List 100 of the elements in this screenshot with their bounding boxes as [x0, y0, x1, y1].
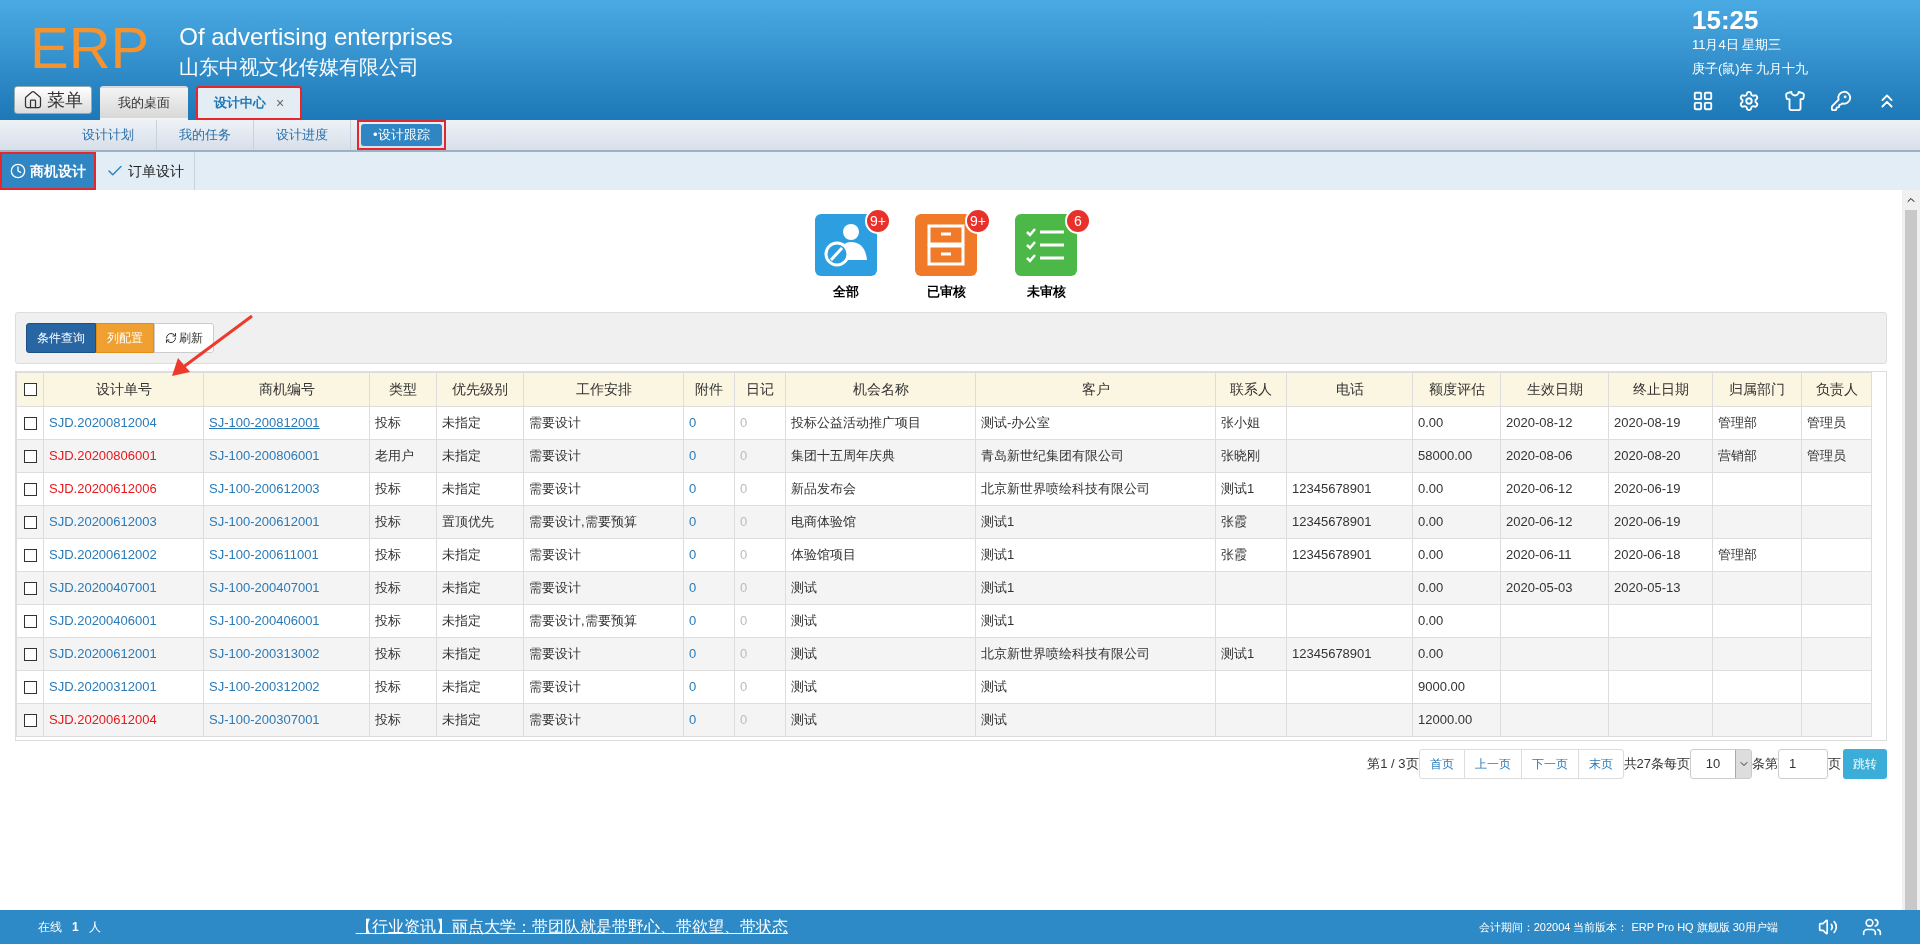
category-label[interactable]: 已审核	[926, 282, 966, 302]
table-cell: 2020-06-12	[1506, 513, 1573, 529]
table-cell: 0.00	[1418, 546, 1444, 562]
table-cell: 张霞	[1221, 513, 1247, 529]
table-cell: 需要设计	[529, 546, 581, 562]
row-checkbox[interactable]	[23, 515, 37, 529]
table-cell: 0	[689, 447, 697, 463]
table-cell: 未指定	[442, 678, 481, 694]
row-checkbox[interactable]	[23, 581, 37, 595]
row-checkbox[interactable]	[23, 614, 37, 628]
sub-navigation-item[interactable]: 设计进度	[260, 120, 344, 150]
rows-label: 条第	[1752, 754, 1778, 773]
column-header: 工作安排	[575, 380, 632, 397]
row-checkbox[interactable]	[23, 713, 37, 727]
pagination-button[interactable]: 末页	[1577, 749, 1623, 778]
pagination-button[interactable]: 首页	[1419, 749, 1464, 778]
row-checkbox[interactable]	[23, 449, 37, 463]
lunar-date: 庚子(鼠)年 九月十九	[1692, 60, 1809, 78]
table-cell: 未指定	[442, 414, 481, 430]
table-cell: 0	[740, 678, 748, 694]
table-cell: 测试	[791, 711, 817, 727]
toolbar-button[interactable]: 条件查询	[26, 322, 96, 353]
table-cell: 0	[740, 645, 748, 661]
table-cell: 0.00	[1418, 480, 1444, 496]
close-icon[interactable]: ×	[276, 92, 285, 114]
table-cell: 营销部	[1718, 447, 1757, 463]
table-cell: 0.00	[1418, 579, 1444, 595]
shirt-icon[interactable]	[1784, 90, 1806, 112]
speaker-icon[interactable]	[1818, 917, 1838, 937]
table-cell: 投标	[375, 414, 401, 430]
table-cell: 集团十五周年庆典	[791, 447, 895, 463]
table-cell: 2020-06-12	[1506, 480, 1573, 496]
table-cell: 2020-08-20	[1614, 447, 1681, 463]
pagination-button[interactable]: 下一页	[1520, 749, 1578, 778]
table-cell: 2020-05-13	[1614, 579, 1681, 595]
table-cell: 测试1	[981, 513, 1015, 529]
home-icon	[23, 90, 43, 110]
row-checkbox[interactable]	[23, 680, 37, 694]
table-cell: 管理员	[1807, 414, 1846, 430]
table-cell: 测试	[791, 645, 817, 661]
go-button[interactable]: 跳转	[1843, 748, 1887, 779]
column-header: 归属部门	[1729, 380, 1785, 397]
table-cell: 2020-08-19	[1614, 414, 1681, 430]
settings-icon[interactable]	[1738, 90, 1760, 112]
table-cell: 需要设计	[529, 414, 581, 430]
select-all-checkbox[interactable]	[23, 383, 37, 397]
table-cell: 0	[689, 414, 697, 430]
column-header: 机会名称	[852, 380, 909, 397]
table-cell: 体验馆项目	[791, 546, 856, 562]
toolbar-button[interactable]: 刷新	[154, 322, 214, 353]
add-widget-icon[interactable]	[1692, 90, 1714, 112]
table-cell: 管理部	[1718, 546, 1757, 562]
page-input[interactable]: 1	[1778, 748, 1828, 779]
table-cell: 测试	[791, 612, 817, 628]
table-cell: 青岛新世纪集团有限公司	[981, 447, 1124, 463]
pagination-button[interactable]: 上一页	[1463, 749, 1521, 778]
page-tab[interactable]: 订单设计	[96, 152, 194, 190]
sub-navigation-item[interactable]: •设计跟踪	[357, 120, 446, 150]
table-cell: 9000.00	[1418, 678, 1465, 694]
key-icon[interactable]	[1830, 90, 1852, 112]
sub-navigation-item[interactable]: 我的任务	[163, 120, 247, 150]
page-tab[interactable]: 商机设计	[0, 152, 96, 190]
column-header: 终止日期	[1632, 380, 1689, 397]
table-cell: 2020-06-19	[1614, 513, 1681, 529]
row-checkbox[interactable]	[23, 416, 37, 430]
table-cell: 0	[740, 546, 748, 562]
table-cell: 老用户	[375, 447, 414, 463]
table-cell: 12345678901	[1292, 513, 1372, 529]
column-header: 商机编号	[258, 380, 315, 397]
table-cell: 需要设计	[529, 480, 581, 496]
table-cell: 0	[689, 513, 697, 529]
page-info: 第1 / 3页	[1367, 754, 1419, 773]
table-cell: 0	[689, 612, 697, 628]
page-size-select[interactable]: 10	[1690, 748, 1752, 779]
refresh-icon	[165, 331, 177, 344]
column-header: 电话	[1335, 380, 1364, 397]
news-link[interactable]: 【行业资讯】丽点大学：带团队就是带野心、带欲望、带状态	[355, 915, 788, 939]
column-header: 设计单号	[95, 380, 152, 397]
table-cell: 投标公益活动推广项目	[791, 414, 921, 430]
row-checkbox[interactable]	[23, 482, 37, 496]
table-cell: 测试-办公室	[981, 414, 1051, 430]
table-cell: 测试1	[981, 612, 1015, 628]
scrollbar[interactable]	[1902, 190, 1920, 910]
subtitle: Of advertising enterprises	[179, 22, 453, 52]
sub-navigation-item[interactable]: 设计计划	[66, 120, 150, 150]
menu-button[interactable]: 菜单	[14, 86, 92, 114]
table-cell: 未指定	[442, 546, 481, 562]
row-checkbox[interactable]	[23, 548, 37, 562]
category-label[interactable]: 全部	[833, 282, 859, 302]
table-cell: 0	[689, 711, 697, 727]
column-header: 日记	[746, 380, 774, 397]
header-tab[interactable]: 我的桌面	[100, 86, 188, 120]
row-checkbox[interactable]	[23, 647, 37, 661]
table-cell: 北京新世界喷绘科技有限公司	[981, 480, 1150, 496]
users-icon[interactable]	[1862, 917, 1882, 937]
header-tab[interactable]: 设计中心 ×	[196, 86, 303, 120]
clock-icon	[10, 163, 26, 179]
table-cell: 0	[740, 414, 748, 430]
table-cell: 张霞	[1221, 546, 1247, 562]
category-label[interactable]: 未审核	[1026, 282, 1066, 302]
